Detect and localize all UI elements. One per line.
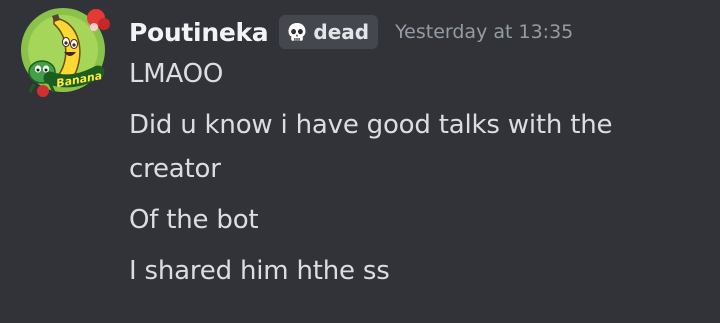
message-line: I shared him hthe ss — [129, 256, 390, 286]
username[interactable]: Poutineka — [129, 18, 269, 47]
avatar[interactable]: Banana — [16, 6, 112, 98]
message-line: Of the bot — [129, 205, 259, 235]
role-tag[interactable]: dead — [279, 15, 379, 49]
message-timestamp[interactable]: Yesterday at 13:35 — [395, 21, 573, 43]
banana-avatar-icon: Banana — [21, 8, 110, 97]
message-line: Did u know i have good talks with the — [129, 110, 613, 140]
message-header: Poutineka dead Yesterday at 13:35 — [129, 12, 573, 52]
message-line: creator — [129, 154, 221, 184]
skull-icon — [286, 21, 308, 43]
message-line: LMAOO — [129, 59, 224, 89]
role-tag-label: dead — [313, 20, 370, 44]
chat-message: Banana Poutineka dead Yesterday at 13:35… — [0, 0, 720, 323]
